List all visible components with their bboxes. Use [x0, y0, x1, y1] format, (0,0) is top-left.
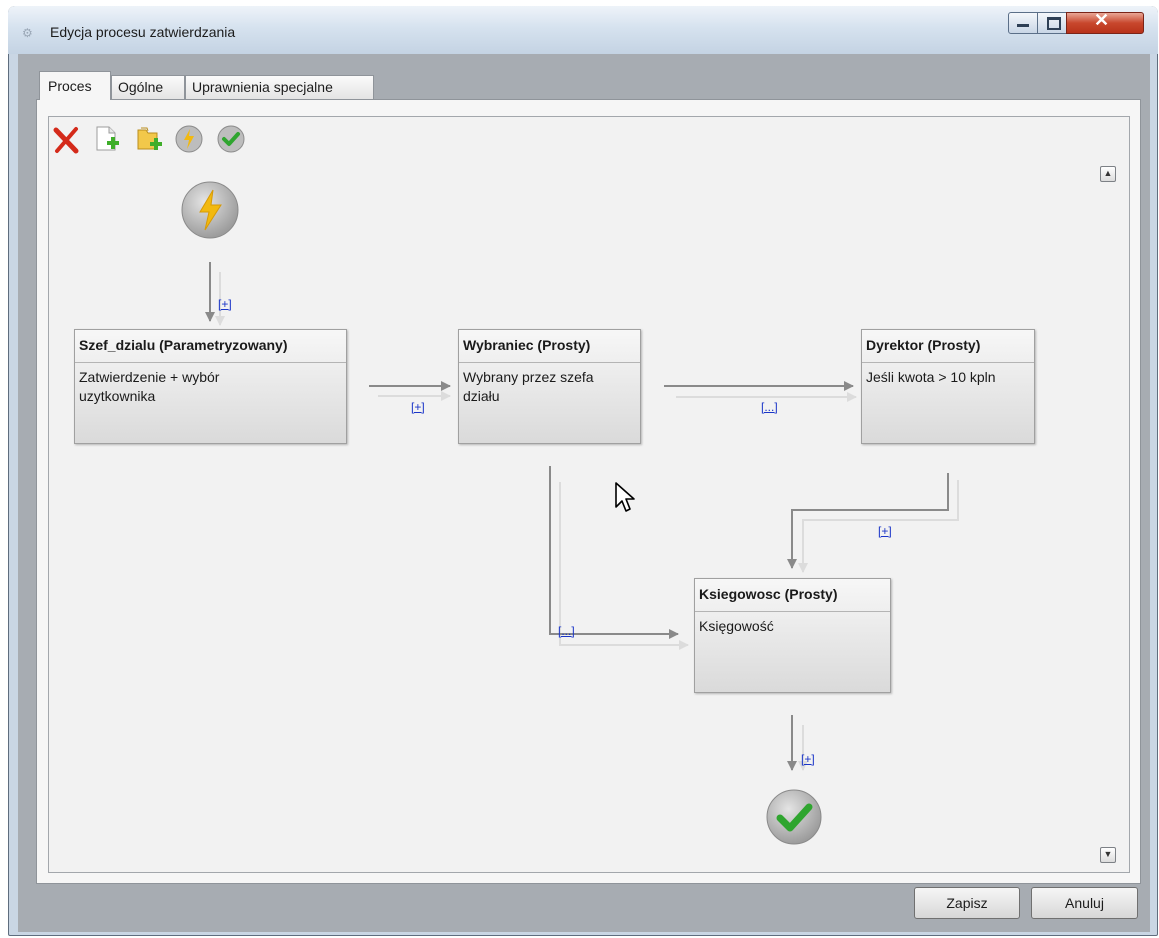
link-wybraniec-dyrektor[interactable]: [...] [761, 400, 778, 414]
node-szef-dzialu[interactable]: Szef_dzialu (Parametryzowany) Zatwierdze… [74, 329, 347, 444]
link-start-szef[interactable]: [+] [218, 297, 232, 311]
save-button[interactable]: Zapisz [914, 887, 1020, 919]
node-description-line: działu [463, 388, 500, 404]
node-description: Księgowość [695, 612, 890, 641]
node-ksiegowosc[interactable]: Ksiegowosc (Prosty) Księgowość [694, 578, 891, 693]
link-szef-wybraniec[interactable]: [+] [411, 400, 425, 414]
mouse-cursor-icon [615, 482, 635, 512]
start-event[interactable] [180, 180, 240, 240]
cancel-button[interactable]: Anuluj [1031, 887, 1138, 919]
node-description: Wybrany przez szefa działu [459, 363, 640, 411]
node-description-line: Wybrany przez szefa [463, 369, 594, 385]
connector-layer [205, 262, 959, 771]
link-dyrektor-ksiegowosc[interactable]: [+] [878, 524, 892, 538]
node-title: Szef_dzialu (Parametryzowany) [75, 330, 346, 363]
node-title: Dyrektor (Prosty) [862, 330, 1034, 363]
node-wybraniec[interactable]: Wybraniec (Prosty) Wybrany przez szefa d… [458, 329, 641, 444]
node-description-line: Księgowość [699, 618, 774, 634]
node-title: Ksiegowosc (Prosty) [695, 579, 890, 612]
node-description-line: uzytkownika [79, 388, 156, 404]
link-wybraniec-ksiegowosc[interactable]: [...] [558, 624, 575, 638]
node-description-line: Zatwierdzenie + wybór [79, 369, 220, 385]
tab-proces[interactable]: Proces [39, 71, 111, 100]
end-event[interactable] [765, 788, 823, 846]
node-description: Jeśli kwota > 10 kpln [862, 363, 1034, 392]
node-title: Wybraniec (Prosty) [459, 330, 640, 363]
node-dyrektor[interactable]: Dyrektor (Prosty) Jeśli kwota > 10 kpln [861, 329, 1035, 444]
checkmark-icon [766, 789, 822, 845]
node-description-line: Jeśli kwota > 10 kpln [866, 369, 996, 385]
node-description: Zatwierdzenie + wybór uzytkownika [75, 363, 346, 411]
link-ksiegowosc-end[interactable]: [+] [801, 752, 815, 766]
lightning-icon [181, 181, 239, 239]
